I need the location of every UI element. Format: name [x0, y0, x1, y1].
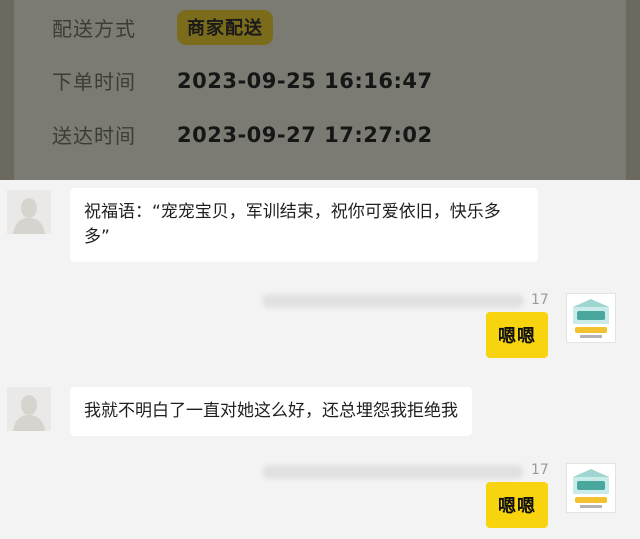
user-silhouette-icon — [7, 190, 51, 234]
shop-logo-icon — [567, 294, 615, 342]
chat-thread[interactable]: 祝福语：“宠宠宝贝，军训结束，祝你可爱依旧，快乐多多” 17 嗯嗯 我就不明白了… — [0, 180, 640, 539]
order-info-panel: 配送方式 商家配送 下单时间 2023-09-25 16:16:47 送达时间 … — [0, 0, 640, 180]
blurred-sender-name — [262, 465, 524, 479]
order-time-row: 下单时间 2023-09-25 16:16:47 — [52, 66, 433, 95]
message-bubble-outgoing[interactable]: 嗯嗯 — [486, 312, 548, 358]
blurred-sender-name — [262, 294, 524, 308]
delivery-method-label: 配送方式 — [52, 17, 136, 41]
delivery-method-badge: 商家配送 — [177, 10, 273, 45]
screen: 配送方式 商家配送 下单时间 2023-09-25 16:16:47 送达时间 … — [0, 0, 640, 539]
shop-avatar[interactable] — [566, 463, 616, 513]
message-bubble-incoming[interactable]: 祝福语：“宠宠宝贝，军训结束，祝你可爱依旧，快乐多多” — [70, 188, 538, 262]
arrival-time-value: 2023-09-27 17:27:02 — [177, 122, 433, 147]
shop-avatar[interactable] — [566, 293, 616, 343]
customer-avatar[interactable] — [7, 190, 51, 234]
customer-avatar[interactable] — [7, 387, 51, 431]
arrival-time-label: 送达时间 — [52, 124, 136, 148]
delivery-method-row: 配送方式 商家配送 — [52, 10, 273, 45]
cropped-row-fragment — [52, 168, 342, 180]
shop-logo-icon — [567, 464, 615, 512]
message-bubble-outgoing[interactable]: 嗯嗯 — [486, 482, 548, 528]
message-count: 17 — [531, 292, 549, 308]
order-time-label: 下单时间 — [52, 70, 136, 94]
message-bubble-incoming[interactable]: 我就不明白了一直对她这么好，还总埋怨我拒绝我 — [70, 387, 472, 436]
message-count: 17 — [531, 462, 549, 478]
order-time-value: 2023-09-25 16:16:47 — [177, 68, 433, 93]
user-silhouette-icon — [7, 387, 51, 431]
arrival-time-row: 送达时间 2023-09-27 17:27:02 — [52, 120, 433, 149]
order-info-card: 配送方式 商家配送 下单时间 2023-09-25 16:16:47 送达时间 … — [14, 0, 626, 180]
